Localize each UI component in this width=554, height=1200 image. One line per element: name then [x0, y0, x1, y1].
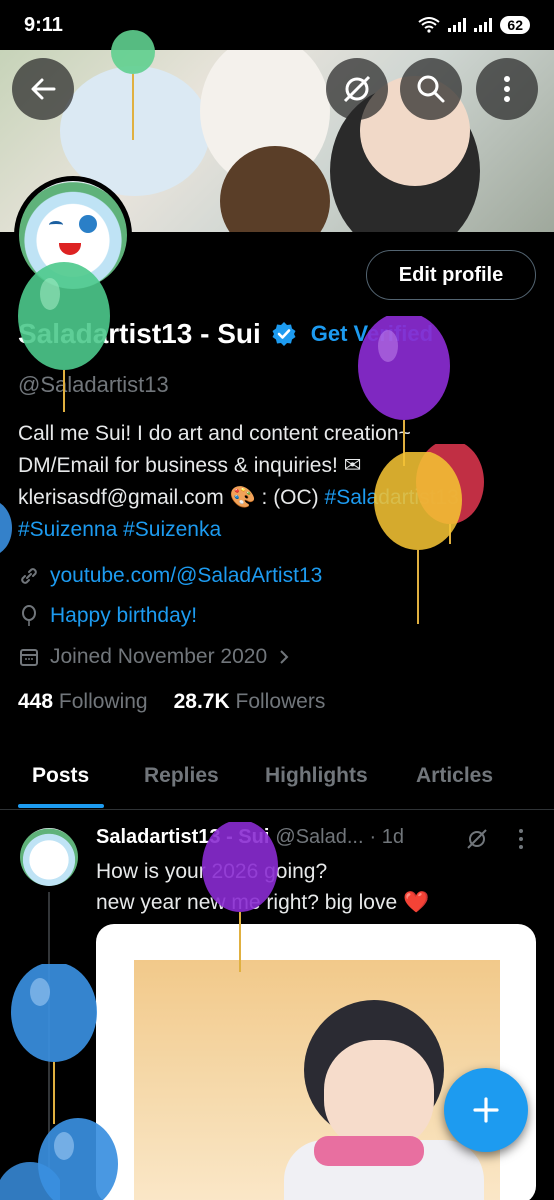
post-text-line-2: new year new me right? big love ❤️: [96, 891, 430, 914]
joined-text: Joined November 2020: [50, 645, 268, 668]
more-button[interactable]: [476, 58, 538, 120]
calendar-icon: [20, 649, 38, 666]
hashtag-suizenka[interactable]: #Suizenka: [123, 518, 221, 541]
following-label: Following: [58, 690, 148, 713]
bio-email: klerisasdf@gmail.com 🎨 : (OC): [18, 486, 325, 509]
plus-icon: [473, 1097, 499, 1123]
grok-button[interactable]: [326, 58, 388, 120]
follow-counts: 448 Following 28.7K Followers: [18, 690, 325, 714]
tab-articles[interactable]: Articles: [416, 764, 493, 788]
search-icon: [417, 75, 445, 103]
post-author-handle[interactable]: @Salad...: [275, 826, 363, 849]
profile-bio: Call me Sui! I do art and content creati…: [18, 418, 538, 546]
back-button[interactable]: [12, 58, 74, 120]
profile-birthday: Happy birthday!: [18, 604, 197, 628]
profile-handle: @Saladartist13: [18, 372, 169, 397]
profile-tabs: Posts Replies Highlights Articles: [0, 750, 554, 810]
signal-icon-2: [474, 18, 493, 32]
verified-badge-icon[interactable]: [271, 321, 297, 347]
balloon-blue-edge: [0, 503, 12, 553]
bio-line-1: Call me Sui! I do art and content creati…: [18, 422, 411, 445]
active-tab-indicator: [18, 804, 104, 808]
bio-line-2: DM/Email for business & inquiries! ✉: [18, 454, 362, 477]
compose-button[interactable]: [444, 1068, 528, 1152]
get-verified-link[interactable]: Get Verified: [311, 321, 433, 347]
profile-name-row: Saladartist13 - Sui Get Verified: [18, 318, 433, 350]
display-name: Saladartist13 - Sui: [18, 318, 261, 349]
followers-link[interactable]: 28.7K Followers: [174, 690, 326, 714]
post-text: How is your 2026 going? new year new me …: [96, 856, 429, 918]
grok-icon[interactable]: [466, 828, 488, 850]
more-icon[interactable]: [518, 828, 524, 850]
balloon-icon: [22, 605, 36, 626]
link-icon: [21, 568, 37, 584]
birthday-text[interactable]: Happy birthday!: [50, 604, 197, 628]
tab-highlights[interactable]: Highlights: [265, 764, 368, 788]
bio-line-3: klerisasdf@gmail.com 🎨 : (OC) #Saladarti…: [18, 482, 538, 514]
followers-count: 28.7K: [173, 690, 230, 713]
post-author-name[interactable]: Saladartist13 - Sui: [96, 826, 269, 849]
hashtag-suizenna[interactable]: #Suizenna: [18, 518, 117, 541]
followers-label: Followers: [235, 690, 326, 713]
following-count: 448: [18, 690, 54, 713]
hashtag-saladartist13[interactable]: #Saladartist13: [325, 486, 459, 509]
status-time: 9:11: [24, 13, 63, 36]
status-bar: 9:11 62: [0, 0, 554, 50]
following-link[interactable]: 448 Following: [18, 690, 148, 714]
profile-joined[interactable]: Joined November 2020: [18, 645, 291, 669]
tab-replies[interactable]: Replies: [144, 764, 219, 788]
profile-website[interactable]: youtube.com/@SaladArtist13: [18, 564, 322, 588]
search-button[interactable]: [400, 58, 462, 120]
avatar-image: [19, 181, 127, 289]
more-vertical-icon: [504, 76, 510, 102]
bio-line-4: #Suizenna #Suizenka: [18, 514, 538, 546]
edit-profile-button[interactable]: Edit profile: [366, 250, 536, 300]
post-time: · 1d: [369, 826, 404, 848]
post-header: Saladartist13 - Sui @Salad... · 1d: [96, 826, 404, 849]
post-text-line-1: How is your 2026 going?: [96, 860, 328, 883]
website-link[interactable]: youtube.com/@SaladArtist13: [50, 564, 322, 588]
battery-badge: 62: [500, 16, 530, 34]
arrow-left-icon: [31, 78, 56, 100]
post-media[interactable]: [96, 924, 536, 1200]
thread-line: [48, 892, 50, 1192]
post-author-avatar[interactable]: [20, 828, 78, 886]
chevron-right-icon: [280, 650, 289, 664]
signal-icon: [448, 18, 467, 32]
status-icons: 62: [418, 16, 530, 34]
profile-avatar[interactable]: [14, 176, 132, 294]
post-media-artwork: [134, 960, 500, 1200]
grok-icon: [343, 75, 371, 103]
wifi-icon: [418, 17, 441, 33]
tab-posts[interactable]: Posts: [32, 764, 89, 788]
